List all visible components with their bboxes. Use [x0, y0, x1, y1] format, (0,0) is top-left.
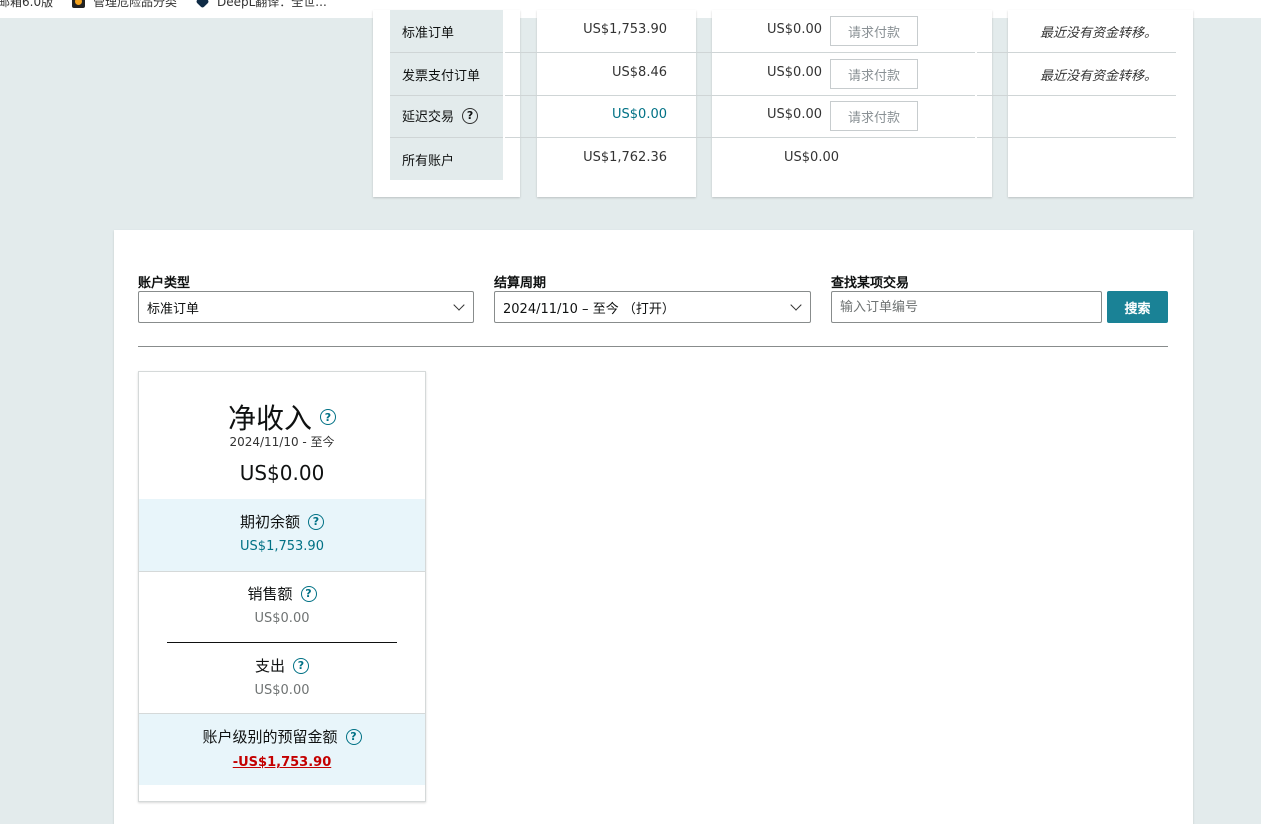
bookmark-deepl[interactable]: DeepL翻译：全世...	[195, 0, 327, 10]
question-circle-icon[interactable]: ?	[462, 107, 479, 124]
sum-rule	[167, 642, 397, 643]
summary-row-balance: US$1,762.36	[583, 150, 667, 165]
sales-value: US$0.00	[254, 611, 310, 626]
summary-row-transfer: US$0.00	[784, 150, 839, 165]
summary-row-label: 所有账户	[402, 150, 454, 169]
summary-row-transfer: US$0.00	[767, 22, 822, 37]
account-type-select[interactable]: 标准订单	[138, 291, 474, 323]
net-income-title: 净收入 ?	[139, 397, 425, 437]
summary-row-balance: US$8.46	[612, 65, 667, 80]
summary-row-note: 最近没有资金转移。	[1039, 69, 1157, 84]
request-payment-button[interactable]: 请求付款	[830, 101, 918, 131]
row-divider	[390, 137, 503, 138]
expenses-value: US$0.00	[254, 683, 310, 698]
chevron-down-icon	[790, 299, 802, 311]
summary-row-label: 发票支付订单	[402, 65, 480, 84]
request-payment-button[interactable]: 请求付款	[830, 59, 918, 89]
opening-balance-heading: 期初余额 ?	[139, 511, 425, 532]
section-divider	[139, 571, 425, 572]
reserve-heading: 账户级别的预留金额 ?	[139, 726, 425, 747]
filter-divider	[138, 346, 1168, 347]
row-divider	[505, 95, 975, 96]
question-circle-icon[interactable]: ?	[293, 657, 309, 674]
row-divider	[977, 52, 1176, 53]
account-type-label: 账户类型	[138, 276, 191, 291]
question-circle-icon[interactable]: ?	[300, 585, 317, 602]
sales-label: 销售额	[247, 585, 293, 603]
summary-row-transfer: US$0.00	[767, 107, 822, 122]
row-label-text: 延迟交易	[402, 110, 455, 125]
order-number-input[interactable]	[831, 291, 1102, 323]
bookmark-hazmat[interactable]: 管理危险品分类	[72, 0, 177, 10]
summary-balance-card	[537, 10, 696, 197]
opening-balance-value: US$1,753.90	[240, 539, 324, 554]
question-circle-icon[interactable]: ?	[308, 513, 324, 530]
row-divider	[390, 95, 503, 96]
question-circle-icon[interactable]: ?	[345, 728, 362, 745]
reserve-band	[139, 714, 425, 785]
row-divider	[977, 137, 1176, 138]
row-divider	[505, 137, 975, 138]
deepl-icon	[195, 0, 210, 9]
row-label-text: 标准订单	[402, 26, 455, 41]
row-divider	[977, 95, 1176, 96]
summary-row-label: 标准订单	[402, 22, 454, 41]
chevron-down-icon	[453, 299, 465, 311]
question-circle-icon[interactable]: ?	[320, 409, 336, 425]
opening-balance-band	[139, 499, 425, 571]
summary-row-balance: US$0.00	[612, 107, 667, 122]
bookmark-label: 邮箱6.0版	[0, 0, 54, 9]
period-label: 结算周期	[494, 276, 547, 291]
row-label-text: 发票支付订单	[402, 69, 481, 84]
find-transaction-label: 查找某项交易	[831, 276, 910, 291]
row-label-text: 所有账户	[402, 154, 455, 169]
expenses-heading: 支出 ?	[139, 655, 425, 676]
net-income-total: US$0.00	[239, 461, 325, 485]
net-income-title-text: 净收入	[227, 402, 312, 435]
sales-heading: 销售额 ?	[139, 583, 425, 604]
opening-balance-label: 期初余额	[239, 513, 300, 531]
period-select[interactable]: 2024/11/10 – 至今 （打开）	[494, 291, 811, 323]
row-divider	[505, 52, 975, 53]
account-type-value: 标准订单	[147, 301, 200, 317]
expenses-label: 支出	[254, 657, 285, 675]
reserve-value-link[interactable]: -US$1,753.90	[233, 755, 332, 770]
bookmark-mail[interactable]: 邮箱6.0版	[0, 0, 53, 10]
summary-row-note: 最近没有资金转移。	[1039, 26, 1157, 41]
summary-row-balance: US$1,753.90	[583, 22, 667, 37]
row-divider	[390, 52, 503, 53]
summary-row-transfer: US$0.00	[767, 65, 822, 80]
period-value: 2024/11/10 – 至今 （打开）	[503, 301, 675, 317]
summary-row-label: 延迟交易 ?	[402, 106, 479, 125]
bookmark-label: 管理危险品分类	[93, 0, 178, 9]
reserve-label: 账户级别的预留金额	[202, 728, 338, 746]
bookmark-label: DeepL翻译：全世...	[217, 0, 327, 9]
net-income-card: 净收入 ? 2024/11/10 - 至今 US$0.00 期初余额 ? US$…	[138, 371, 426, 802]
request-payment-button[interactable]: 请求付款	[830, 16, 918, 46]
net-income-date-range: 2024/11/10 - 至今	[229, 435, 335, 449]
search-button[interactable]: 搜索	[1107, 291, 1168, 323]
amazon-icon	[72, 0, 85, 8]
